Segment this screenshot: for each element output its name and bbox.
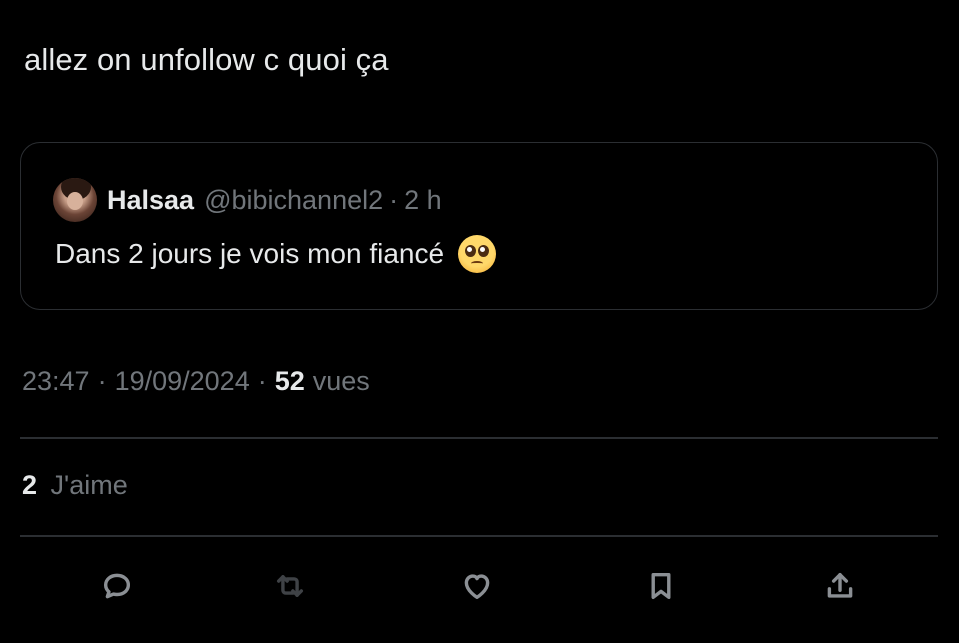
tweet-meta: 23:47 · 19/09/2024 · 52 vues	[22, 366, 370, 397]
reply-button[interactable]	[93, 562, 141, 610]
retweet-button[interactable]	[266, 562, 314, 610]
divider	[20, 437, 938, 439]
emoji-mouth	[471, 261, 484, 266]
action-bar	[0, 562, 959, 616]
emoji-right-eye	[478, 245, 490, 257]
quoted-tweet-body: Dans 2 jours je vois mon fiancé	[55, 235, 497, 273]
tweet-date[interactable]: 19/09/2024	[115, 366, 250, 397]
reply-icon	[103, 573, 131, 599]
bookmark-icon	[651, 572, 671, 600]
share-icon	[827, 572, 853, 598]
likes-summary[interactable]: 2 J'aime	[22, 470, 128, 501]
pleading-face-emoji	[458, 235, 497, 273]
quoted-tweet-header: Halsaa @bibichannel2 · 2 h	[53, 177, 442, 223]
quoted-tweet-card[interactable]: Halsaa @bibichannel2 · 2 h Dans 2 jours …	[20, 142, 938, 310]
emoji-left-eye	[465, 245, 477, 257]
views-count: 52	[274, 366, 305, 396]
separator-dot: ·	[389, 184, 399, 215]
likes-count: 2	[22, 470, 38, 500]
likes-label: J'aime	[50, 470, 128, 500]
tweet-page: allez on unfollow c quoi ça Halsaa @bibi…	[0, 0, 959, 643]
quoted-tweet-text: Dans 2 jours je vois mon fiancé	[55, 238, 445, 269]
avatar[interactable]	[53, 178, 97, 222]
share-button[interactable]	[816, 562, 864, 610]
retweet-icon	[276, 575, 304, 597]
quoted-tweet-time[interactable]: 2 h	[404, 185, 442, 216]
like-button[interactable]	[453, 562, 501, 610]
bookmark-button[interactable]	[637, 562, 685, 610]
separator-dot: ·	[97, 366, 107, 396]
like-icon	[464, 574, 490, 600]
divider	[20, 535, 938, 537]
quoted-author-name[interactable]: Halsaa	[107, 185, 194, 216]
tweet-text: allez on unfollow c quoi ça	[24, 42, 389, 77]
tweet-time[interactable]: 23:47	[22, 366, 90, 397]
quoted-author-handle[interactable]: @bibichannel2	[204, 185, 383, 216]
separator-dot: ·	[257, 366, 267, 396]
views-label: vues	[312, 366, 370, 396]
